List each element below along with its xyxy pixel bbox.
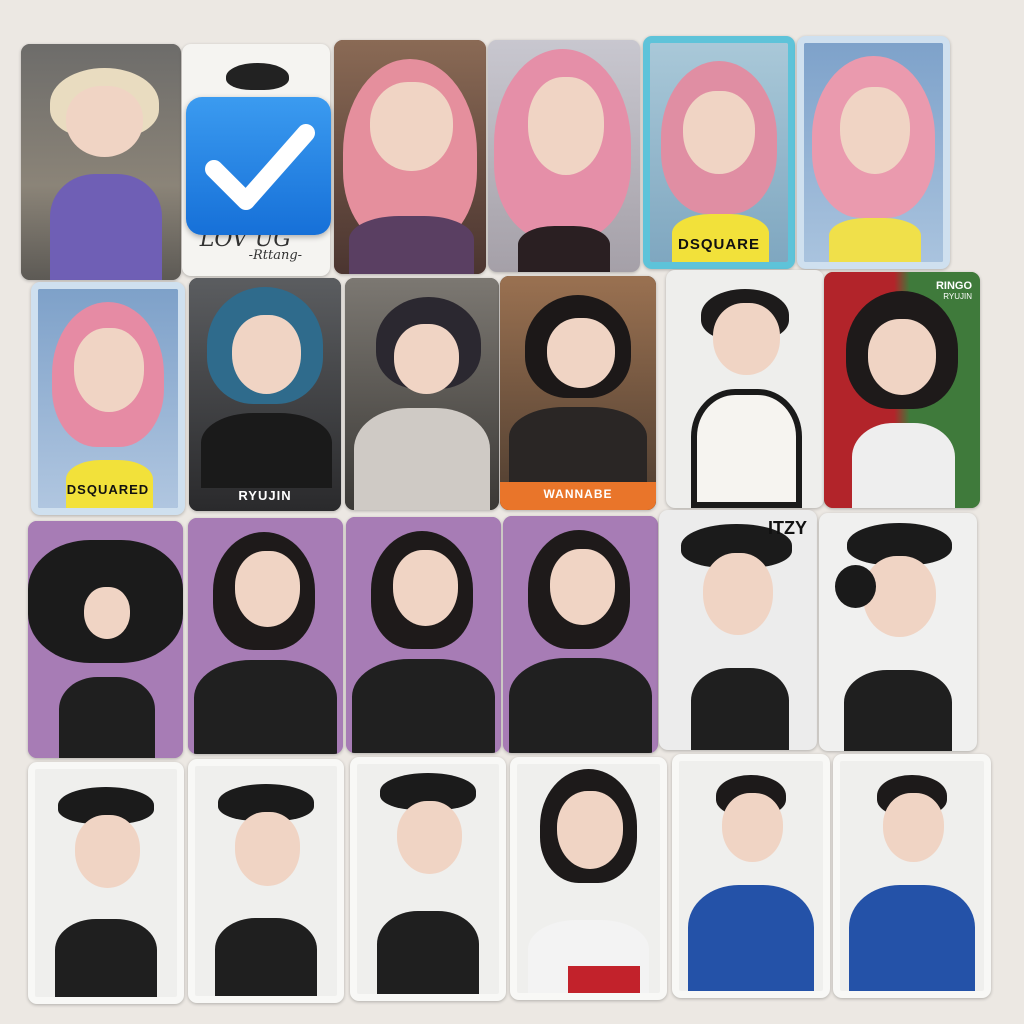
face — [234, 551, 300, 627]
outfit — [352, 658, 495, 753]
photocard-r3c1 — [28, 521, 183, 758]
face — [74, 814, 141, 888]
face — [527, 77, 604, 175]
photocard-r1c1 — [21, 44, 181, 280]
card-subtitle: RYUJIN — [943, 292, 972, 301]
photocard-r4c2 — [188, 759, 344, 1003]
card-caption: RYUJIN — [238, 487, 292, 503]
hair — [226, 62, 289, 91]
photocard-r2c5 — [666, 270, 824, 508]
outfit — [848, 885, 976, 991]
face — [683, 91, 755, 175]
photocard-r4c3 — [350, 757, 506, 1001]
outfit — [518, 225, 610, 272]
face — [370, 82, 453, 172]
face — [840, 86, 910, 175]
photocard-r1c6 — [797, 36, 950, 269]
signature: -Rttang- — [248, 248, 303, 264]
outfit — [687, 885, 815, 991]
checkmark-icon — [186, 97, 331, 235]
photocard-r2c1: DSQUARED — [31, 282, 185, 515]
rose — [834, 565, 876, 609]
face — [863, 555, 936, 637]
face — [549, 549, 615, 625]
photocard-r3c2 — [188, 518, 343, 754]
photocard-r1c4 — [488, 40, 640, 272]
photocard-r3c6 — [819, 513, 977, 751]
outfit — [844, 670, 952, 751]
outfit — [201, 413, 332, 488]
outfit — [691, 389, 802, 508]
face — [867, 319, 937, 395]
photocard-r4c1 — [28, 762, 184, 1004]
outfit-stripe — [568, 965, 640, 993]
photocard-r3c3 — [346, 517, 501, 753]
face — [703, 553, 773, 635]
photocard-r2c2: RYUJIN — [189, 278, 341, 511]
face — [713, 303, 780, 375]
photocard-r3c4 — [503, 516, 658, 753]
photocard-r2c6: RINGO RYUJIN — [824, 272, 980, 508]
photocard-r4c6 — [833, 754, 991, 998]
face — [557, 791, 623, 870]
face — [722, 793, 783, 863]
photocard-r1c3 — [334, 40, 486, 274]
face — [396, 800, 463, 875]
face — [234, 812, 301, 886]
outfit — [690, 668, 789, 750]
photocard-r3c5: ITZY — [659, 510, 817, 750]
outfit — [376, 911, 480, 994]
outfit — [852, 423, 956, 508]
outfit — [509, 407, 647, 482]
outfit — [509, 658, 652, 753]
outfit — [349, 215, 474, 274]
outfit — [829, 218, 921, 262]
face — [883, 793, 944, 863]
outfit — [194, 659, 337, 754]
outfit — [59, 677, 156, 758]
shirt-text: DSQUARED — [66, 481, 150, 497]
face — [394, 324, 459, 394]
card-caption: WANNABE — [543, 486, 613, 501]
shirt-text: DSQUARE — [677, 235, 760, 253]
outfit — [354, 407, 490, 510]
photocard-r4c5 — [672, 754, 830, 998]
photocard-r2c4: WANNABE — [500, 276, 656, 510]
face — [74, 328, 145, 412]
photocard-collection: { "cards": [ {"id":"r1c1","caption":""},… — [0, 0, 1024, 1024]
face — [65, 86, 143, 158]
outfit — [214, 917, 318, 996]
photocard-r1c5: DSQUARE — [643, 36, 795, 269]
outfit — [49, 173, 162, 280]
card-title: RINGO — [935, 280, 972, 292]
photocard-r2c3 — [345, 278, 499, 510]
outfit — [54, 919, 158, 997]
face — [392, 550, 458, 626]
photocard-r4c4 — [510, 757, 667, 1000]
card-logo-text: ITZY — [768, 518, 807, 538]
